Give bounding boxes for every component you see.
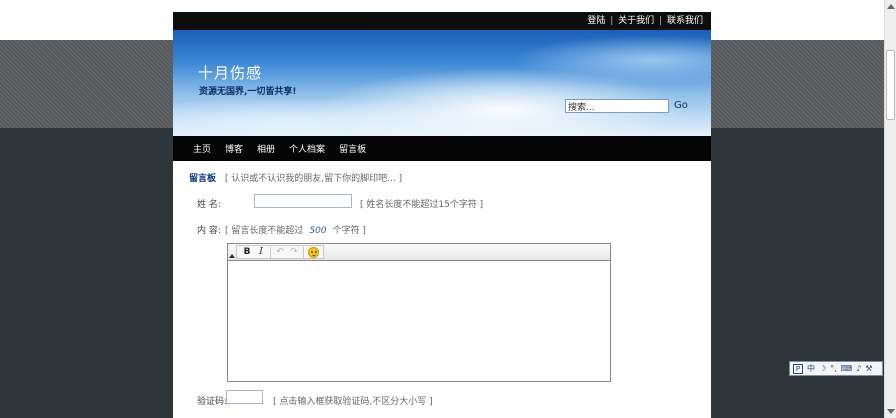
rich-text-editor: B I ↶ ↷: [227, 243, 611, 382]
captcha-label: 验证码:: [197, 397, 228, 407]
scroll-thumb[interactable]: [886, 50, 895, 120]
scroll-down-icon[interactable]: [887, 409, 895, 414]
tools-icon[interactable]: ⚒: [865, 364, 872, 373]
italic-icon[interactable]: I: [254, 246, 268, 258]
redo-icon[interactable]: ↷: [287, 246, 301, 258]
smiley-face-icon: [307, 246, 319, 258]
main-nav: 主页 博客 相册 个人档案 留言板: [173, 136, 711, 161]
guestbook-title: 留言板: [189, 174, 217, 184]
sound-icon[interactable]: ♪: [856, 364, 861, 373]
top-bar: 登陆 | 关于我们 | 联系我们: [173, 12, 711, 30]
ime-chinese-mode[interactable]: 中: [807, 363, 815, 374]
name-label: 姓 名:: [197, 200, 221, 210]
scroll-up-icon[interactable]: [887, 4, 895, 9]
ime-toolbar: P 中 ☽ °, ⌨ ♪ ⚒: [789, 361, 883, 376]
editor-toolbar: B I ↶ ↷: [228, 244, 610, 261]
smiley-icon[interactable]: [306, 246, 320, 258]
guestbook-content: 留言板 [ 认识或不认识我的朋友,留下你的脚印吧... ] 姓 名: [ 姓名长…: [173, 161, 711, 418]
search-go-button[interactable]: Go: [674, 100, 688, 111]
toolbar-divider: [270, 246, 271, 258]
content-note-suffix: 个字符 ]: [332, 226, 366, 236]
nav-item-profile[interactable]: 个人档案: [289, 142, 325, 155]
keyboard-icon[interactable]: ⌨: [841, 364, 853, 373]
page-container: 登陆 | 关于我们 | 联系我们 十月伤感 资源无国界,一切皆共享! Go 主页…: [173, 12, 711, 418]
punctuation-icon[interactable]: °,: [830, 364, 837, 373]
content-limit: 500: [309, 226, 327, 236]
content-label: 内 容:: [197, 226, 221, 236]
captcha-field[interactable]: [226, 390, 263, 404]
name-field[interactable]: [254, 194, 352, 208]
vertical-scrollbar[interactable]: [884, 0, 896, 418]
contact-link[interactable]: 联系我们: [667, 16, 703, 26]
login-link[interactable]: 登陆: [587, 16, 605, 26]
guestbook-header: 留言板 [ 认识或不认识我的朋友,留下你的脚印吧... ]: [189, 171, 695, 184]
moon-icon[interactable]: ☽: [819, 364, 826, 373]
editor-tool-group: B I ↶ ↷: [236, 245, 324, 259]
separator: |: [659, 16, 663, 26]
header-banner: 十月伤感 资源无国界,一切皆共享! Go: [173, 30, 711, 136]
name-note: [ 姓名长度不能超过15个字符 ]: [360, 200, 484, 210]
about-link[interactable]: 关于我们: [618, 16, 654, 26]
ime-logo-icon[interactable]: P: [793, 363, 803, 374]
undo-icon[interactable]: ↶: [273, 246, 287, 258]
nav-item-blog[interactable]: 博客: [225, 142, 243, 155]
content-note-prefix: [ 留言长度不能超过: [225, 226, 304, 236]
site-subtitle: 资源无国界,一切皆共享!: [199, 87, 297, 97]
editor-text-area[interactable]: [228, 261, 610, 381]
toolbar-divider: [303, 246, 304, 258]
site-title: 十月伤感: [198, 64, 263, 82]
separator: |: [610, 16, 614, 26]
collapse-toolbar-icon[interactable]: [229, 254, 235, 258]
bold-icon[interactable]: B: [240, 246, 254, 258]
content-note: [ 留言长度不能超过 500 个字符 ]: [225, 223, 366, 236]
nav-item-home[interactable]: 主页: [193, 142, 211, 155]
nav-item-guestbook[interactable]: 留言板: [339, 142, 366, 155]
search-input[interactable]: [565, 99, 669, 113]
nav-item-album[interactable]: 相册: [257, 142, 275, 155]
captcha-note: [ 点击输入框获取验证码,不区分大小写 ]: [273, 397, 433, 407]
guestbook-note: [ 认识或不认识我的朋友,留下你的脚印吧... ]: [224, 174, 403, 184]
